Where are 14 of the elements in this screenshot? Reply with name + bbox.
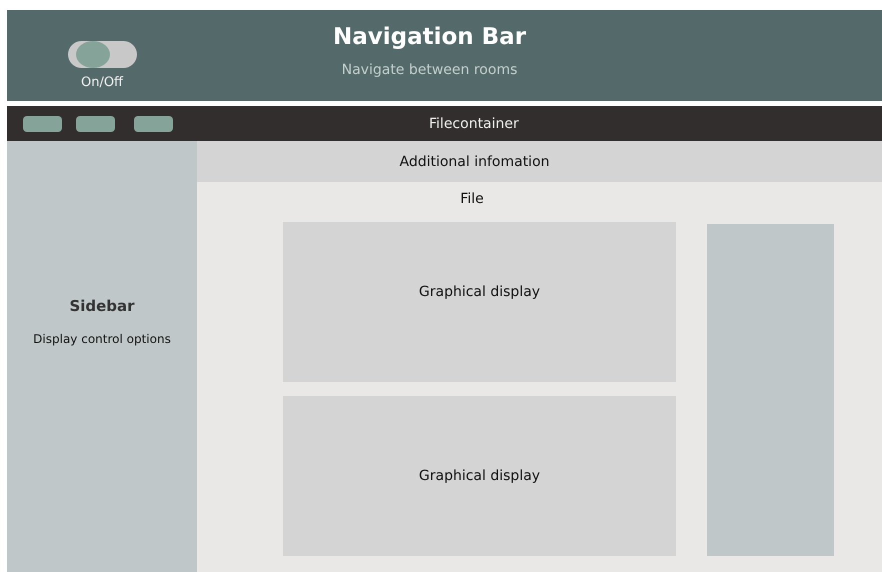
- tab-button[interactable]: [134, 116, 173, 132]
- toggle-switch[interactable]: [68, 41, 136, 68]
- display-label: Graphical display: [418, 468, 540, 484]
- file-title: File: [460, 191, 484, 207]
- nav-title: Navigation Bar: [332, 24, 526, 50]
- tab-button[interactable]: [23, 116, 62, 132]
- file-container-title: Filecontainer: [429, 116, 519, 132]
- tab-button[interactable]: [76, 116, 115, 132]
- toggle-label: On/Off: [80, 75, 124, 90]
- sidebar-text: Display control options: [33, 332, 171, 346]
- display-label: Graphical display: [418, 284, 540, 300]
- sidebar-title: Sidebar: [69, 297, 135, 315]
- nav-subtitle: Navigate between rooms: [342, 62, 518, 78]
- info-title: Additional infomation: [399, 154, 550, 170]
